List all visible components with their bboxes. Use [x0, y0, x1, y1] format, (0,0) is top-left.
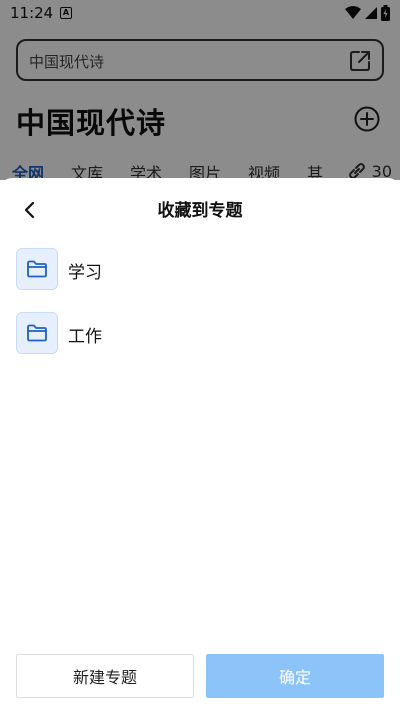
folder-icon: [27, 324, 47, 342]
dim-overlay[interactable]: [0, 0, 400, 180]
sheet-title: 收藏到专题: [157, 201, 243, 221]
folder-item-study[interactable]: 学习: [0, 246, 400, 310]
folder-icon-box: [16, 312, 58, 354]
folder-label: 工作: [68, 327, 102, 347]
folder-list: 学习 工作: [0, 246, 400, 374]
folder-label: 学习: [68, 263, 102, 283]
confirm-button[interactable]: 确定: [206, 654, 384, 698]
sheet-header: 收藏到专题: [0, 178, 400, 236]
new-topic-button[interactable]: 新建专题: [16, 654, 194, 698]
folder-icon: [27, 260, 47, 278]
folder-item-work[interactable]: 工作: [0, 310, 400, 374]
folder-icon-box: [16, 248, 58, 290]
collect-sheet: 收藏到专题 学习 工作 新建专题 确定: [0, 178, 400, 710]
